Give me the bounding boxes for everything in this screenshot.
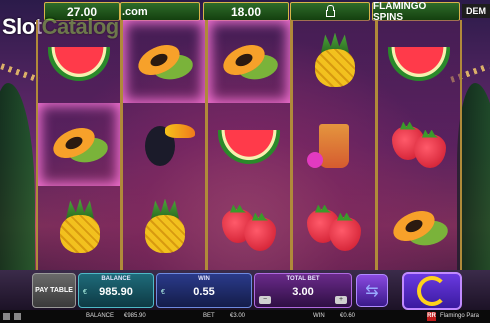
reel-grid bbox=[36, 20, 462, 270]
reel-cell bbox=[38, 103, 120, 186]
string-lights-left bbox=[0, 63, 40, 83]
status-balance-value: €985.90 bbox=[124, 313, 146, 319]
reel-4 bbox=[291, 20, 377, 270]
papaya-icon bbox=[131, 33, 197, 91]
win-value: 0.55 bbox=[193, 286, 215, 298]
flamingo-spins-label: FLAMINGO SPINS bbox=[372, 1, 460, 23]
reel-cell bbox=[208, 186, 290, 269]
reel-cell bbox=[123, 103, 205, 186]
status-bet-value: €3.00 bbox=[230, 313, 246, 319]
status-win-label: WIN bbox=[313, 313, 325, 319]
reel-cell bbox=[378, 186, 460, 269]
bet-increase-button[interactable]: + bbox=[335, 296, 347, 304]
autoplay-button[interactable]: ⇆ bbox=[356, 274, 388, 307]
watermelon-icon bbox=[386, 33, 452, 91]
sound-icon[interactable] bbox=[14, 313, 21, 320]
pineapple-icon bbox=[46, 198, 112, 257]
reel-cell bbox=[378, 103, 460, 186]
spin-icon bbox=[417, 276, 447, 306]
provider-logo-icon: RR bbox=[427, 312, 436, 321]
reel-1 bbox=[36, 20, 122, 270]
demo-badge: DEM bbox=[462, 4, 490, 18]
reel-cell bbox=[38, 186, 120, 269]
pineapple-icon bbox=[301, 32, 367, 91]
game-title: Flamingo Para bbox=[440, 313, 480, 319]
status-bar: BALANCE €985.90 BET €3.00 WIN €0.60 RR F… bbox=[0, 310, 490, 323]
paytable-button[interactable]: PAY TABLE bbox=[32, 273, 76, 308]
reel-cell bbox=[38, 20, 120, 103]
reel-cell bbox=[208, 103, 290, 186]
papaya-icon bbox=[386, 199, 452, 257]
reel-cell bbox=[293, 103, 375, 186]
slot-game-stage: 27.00 18.00 FLAMINGO SPINS DEM SlotCatal… bbox=[0, 0, 490, 323]
locked-segment bbox=[290, 2, 370, 21]
win-panel: WIN € 0.55 bbox=[156, 273, 252, 308]
lock-icon bbox=[325, 5, 335, 17]
status-balance-label: BALANCE bbox=[86, 313, 115, 319]
strawberry-icon bbox=[386, 116, 452, 174]
reel-cell bbox=[293, 186, 375, 269]
reel-2 bbox=[121, 20, 207, 270]
header-value-3: 18.00 bbox=[203, 2, 289, 21]
watermelon-icon bbox=[216, 116, 282, 174]
total-bet-panel: TOTAL BET 3.00 − + bbox=[254, 273, 352, 308]
reel-cell bbox=[293, 20, 375, 103]
watermelon-icon bbox=[46, 33, 112, 91]
balance-label: BALANCE bbox=[101, 276, 131, 282]
cocktail-icon bbox=[301, 116, 367, 174]
papaya-icon bbox=[216, 33, 282, 91]
reel-5 bbox=[376, 20, 462, 270]
palm-tree-left bbox=[0, 83, 35, 283]
balance-value: 985.90 bbox=[99, 286, 133, 298]
watermark-com: .com bbox=[122, 6, 148, 18]
strawberry-icon bbox=[301, 199, 367, 257]
autoplay-icon: ⇆ bbox=[365, 282, 379, 300]
spin-button[interactable] bbox=[402, 272, 462, 310]
reel-cell bbox=[123, 20, 205, 103]
pineapple-icon bbox=[131, 198, 197, 257]
papaya-icon bbox=[46, 116, 112, 174]
reel-cell bbox=[123, 186, 205, 269]
status-win-value: €0.60 bbox=[340, 313, 356, 319]
strawberry-icon bbox=[216, 199, 282, 257]
balance-panel: BALANCE € 985.90 bbox=[78, 273, 154, 308]
total-bet-label: TOTAL BET bbox=[286, 276, 320, 282]
toucan-icon bbox=[131, 116, 197, 174]
reel-cell bbox=[208, 20, 290, 103]
reel-3 bbox=[206, 20, 292, 270]
status-bet-label: BET bbox=[203, 313, 215, 319]
bet-decrease-button[interactable]: − bbox=[259, 296, 271, 304]
win-label: WIN bbox=[198, 276, 210, 282]
reel-cell bbox=[378, 20, 460, 103]
fullscreen-icon[interactable] bbox=[3, 313, 10, 320]
control-bar: PAY TABLE BALANCE € 985.90 WIN € 0.55 TO… bbox=[0, 270, 490, 310]
